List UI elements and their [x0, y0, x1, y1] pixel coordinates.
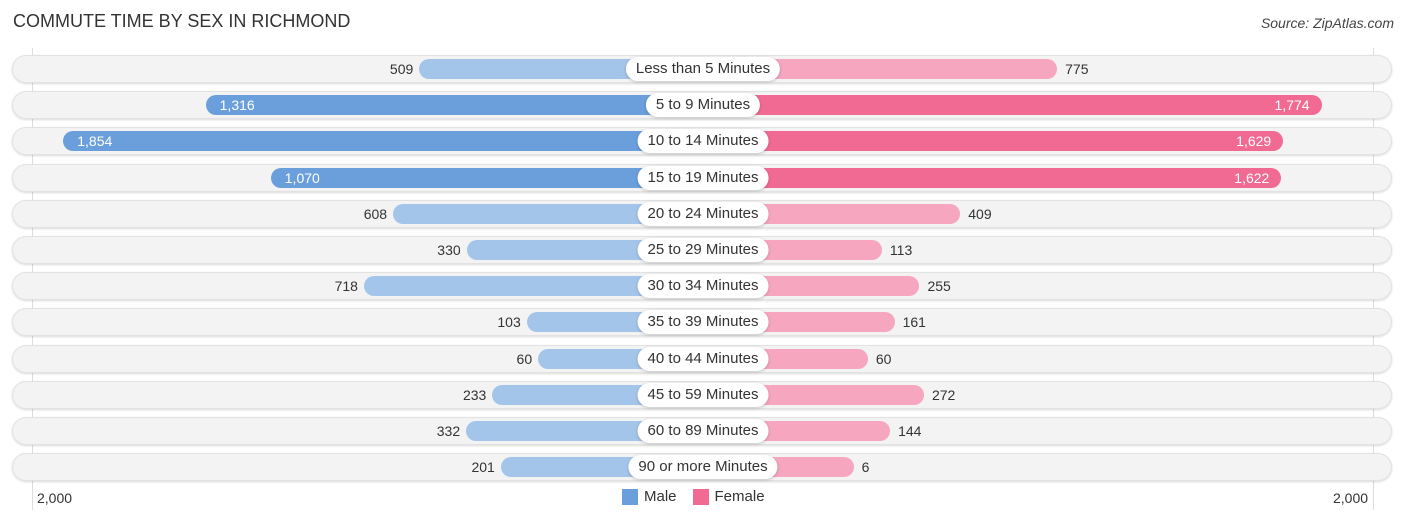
- value-label-female: 255: [927, 278, 951, 294]
- category-label: 10 to 14 Minutes: [637, 129, 769, 153]
- value-label-female: 161: [902, 314, 926, 330]
- category-label: 20 to 24 Minutes: [637, 202, 769, 226]
- value-label-male: 509: [389, 61, 414, 77]
- category-label: 5 to 9 Minutes: [645, 93, 761, 117]
- value-label-male: 332: [436, 423, 461, 439]
- value-label-male: 60: [516, 351, 533, 367]
- legend-item-female: Female: [692, 488, 765, 505]
- value-label-male: 233: [462, 387, 487, 403]
- value-label-female: 113: [889, 242, 913, 258]
- legend-label-male: Male: [644, 488, 677, 505]
- value-label-male: 201: [471, 459, 495, 475]
- value-label-female: 6: [861, 459, 870, 475]
- category-label: 25 to 29 Minutes: [637, 238, 769, 262]
- value-label-male: 1,070: [284, 170, 320, 186]
- bar-male: [205, 95, 703, 115]
- category-label: Less than 5 Minutes: [625, 57, 781, 81]
- bar-male: [63, 131, 703, 151]
- tick-label-right: 2,000: [1333, 490, 1369, 506]
- value-label-male: 608: [363, 206, 388, 222]
- category-label: 30 to 34 Minutes: [637, 274, 769, 298]
- category-label: 35 to 39 Minutes: [637, 310, 769, 334]
- chart-title: COMMUTE TIME BY SEX IN RICHMOND: [13, 11, 351, 31]
- category-label: 45 to 59 Minutes: [637, 383, 769, 407]
- value-label-male: 718: [334, 278, 358, 294]
- category-label: 40 to 44 Minutes: [637, 347, 769, 371]
- value-label-male: 1,854: [77, 133, 113, 149]
- category-label: 60 to 89 Minutes: [637, 419, 769, 443]
- source-credit: Source: ZipAtlas.com: [1260, 15, 1394, 31]
- legend-swatch-female: [692, 488, 709, 505]
- value-label-male: 1,316: [219, 97, 255, 113]
- legend-item-male: Male: [622, 488, 677, 505]
- tick-label-left: 2,000: [37, 490, 73, 506]
- value-label-male: 330: [437, 242, 461, 258]
- bar-female: [703, 168, 1282, 188]
- category-label: 90 or more Minutes: [628, 455, 778, 479]
- value-label-female: 775: [1065, 61, 1089, 77]
- value-label-female: 409: [968, 206, 992, 222]
- value-label-female: 144: [898, 423, 922, 439]
- value-label-female: 60: [875, 351, 892, 367]
- bar-female: [703, 131, 1284, 151]
- value-label-female: 1,629: [1236, 133, 1272, 149]
- value-label-female: 1,622: [1234, 170, 1270, 186]
- legend: Male Female: [622, 488, 775, 505]
- bar-female: [703, 95, 1322, 115]
- value-label-male: 103: [497, 314, 521, 330]
- category-label: 15 to 19 Minutes: [637, 166, 769, 190]
- value-label-female: 272: [931, 387, 956, 403]
- value-label-female: 1,774: [1274, 97, 1310, 113]
- legend-swatch-male: [622, 488, 638, 505]
- legend-label-female: Female: [714, 488, 765, 505]
